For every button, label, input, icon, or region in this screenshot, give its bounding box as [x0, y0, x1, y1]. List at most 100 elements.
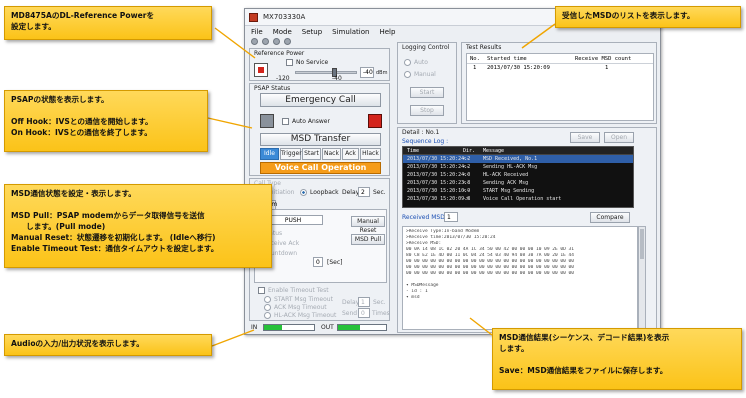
emergency-call-button[interactable]: Emergency Call	[260, 93, 381, 107]
compare-button[interactable]: Compare	[590, 212, 630, 223]
hlack-timeout-label: HL-ACK Msg Timeout	[274, 312, 337, 319]
log-time: 2013/07/30 15:20:10.9	[407, 188, 471, 194]
screenshot-stage: MX703330A – □ × File Mode Setup Simulati…	[0, 0, 746, 398]
off-hook-icon[interactable]	[260, 114, 274, 128]
hlack-timeout-dot[interactable]	[264, 312, 271, 319]
countdown-value: 0	[313, 257, 323, 267]
voice-call-operation-button[interactable]: Voice Call Operation	[260, 162, 381, 174]
table-row[interactable]: 1 2013/07/30 15:20:09 1	[467, 64, 653, 73]
callout-psap-status: PSAPの状態を表示します。 Off Hook：IVSとの通信を開始します。 O…	[4, 90, 208, 152]
enable-timeout-checkbox[interactable]: Enable Timeout Test	[258, 287, 329, 294]
test-results-header: No. Started time Receive MSD count	[467, 54, 653, 64]
state-trigger: Trigger	[280, 148, 302, 160]
callout-line: MSD通信状態を設定・表示します。	[11, 189, 136, 198]
save-button[interactable]: Save	[570, 132, 600, 143]
auto-answer-checkbox[interactable]: Auto Answer	[282, 118, 330, 125]
timeout-delay-input[interactable]: 1	[358, 297, 370, 307]
psap-status-title: PSAP Status	[254, 85, 291, 92]
auto-answer-box[interactable]	[282, 118, 289, 125]
log-message: Voice Call Operation start	[483, 196, 562, 202]
callout-msd-result: MSD通信結果(シーケンス、デコード結果)を表示 します。 Save：MSD通信…	[492, 328, 742, 390]
msd-scrollbar-thumb[interactable]	[640, 229, 644, 259]
callout-line: Audioの入力/出力状況を表示します。	[11, 339, 144, 348]
log-message: Sending HL-ACK Msg	[483, 164, 538, 170]
menu-help[interactable]: Help	[379, 26, 395, 38]
enable-timeout-label: Enable Timeout Test	[268, 287, 329, 294]
window-title: MX703330A	[263, 13, 306, 21]
loopback-label: Loopback	[310, 189, 339, 196]
audio-out-fill	[338, 325, 360, 330]
table-row[interactable]: 2013/07/30 15:20:24.2 <- MSD Received, No.…	[403, 155, 633, 163]
msd-pull-button[interactable]: MSD Pull	[351, 234, 385, 245]
enable-timeout-box[interactable]	[258, 287, 265, 294]
open-button[interactable]: Open	[604, 132, 634, 143]
ack-timeout-radio[interactable]: ACK Msg Timeout	[264, 304, 327, 311]
logging-control-group: Logging Control Auto Manual Start Stop	[397, 42, 457, 124]
start-button[interactable]: Start	[410, 87, 444, 98]
menu-setup[interactable]: Setup	[302, 26, 322, 38]
callout-line	[11, 199, 265, 210]
manual-radio[interactable]: Manual	[404, 71, 436, 78]
auto-radio[interactable]: Auto	[404, 59, 428, 66]
received-msd-label: Received MSD	[402, 214, 445, 221]
countdown-unit: [Sec]	[327, 259, 343, 266]
start-timeout-radio[interactable]: START Msg Timeout	[264, 296, 333, 303]
no-service-checkbox[interactable]: No Service	[286, 59, 328, 66]
callout-line	[11, 105, 201, 116]
on-hook-icon[interactable]	[368, 114, 382, 128]
psap-status-group: PSAP Status Emergency Call Auto Answer M…	[249, 83, 390, 176]
received-msd-text: >Receive Type:In-band Modem >Receive tim…	[402, 226, 638, 330]
send-input[interactable]: 0	[358, 308, 370, 318]
menu-simulation[interactable]: Simulation	[332, 26, 369, 38]
save-icon[interactable]	[262, 38, 269, 45]
start-timeout-label: START Msg Timeout	[274, 296, 333, 303]
menu-file[interactable]: File	[251, 26, 263, 38]
table-row[interactable]: 2013/07/30 15:20:24.2 <- Sending HL-ACK Ms…	[403, 163, 633, 171]
ack-timeout-dot[interactable]	[264, 304, 271, 311]
msd-line: ▾ msd	[406, 295, 420, 300]
menu-mode[interactable]: Mode	[273, 26, 292, 38]
checkbox-box[interactable]	[286, 59, 293, 66]
table-row[interactable]: 2013/07/30 15:20:24.0 <- HL-ACK Received	[403, 171, 633, 179]
hlack-timeout-radio[interactable]: HL-ACK Msg Timeout	[264, 312, 336, 319]
msd-transfer-label: MSD Transfer	[260, 133, 381, 146]
sequence-log-table: Time Dir. Message 2013/07/30 15:20:24.2 <…	[402, 146, 634, 208]
state-nack: Nack	[322, 148, 341, 160]
auto-label: Auto	[414, 59, 428, 66]
loopback-radio-dot[interactable]	[300, 189, 307, 196]
stop-icon[interactable]	[284, 38, 291, 45]
start-timeout-dot[interactable]	[264, 296, 271, 303]
power-slider[interactable]	[295, 68, 357, 77]
manual-reset-button[interactable]: Manual Reset	[351, 216, 385, 234]
table-row[interactable]: 2013/07/30 15:20:23.8 <- Sending ACK Msg	[403, 179, 633, 187]
open-icon[interactable]	[251, 38, 258, 45]
power-value-input[interactable]: -40	[360, 67, 374, 78]
loopback-radio[interactable]: Loopback	[300, 189, 339, 196]
auto-radio-dot[interactable]	[404, 59, 411, 66]
callout-line: します。(Pull mode)	[11, 222, 106, 231]
msd-number-input[interactable]: 1	[444, 212, 458, 222]
callout-line: 受信したMSDのリストを表示します。	[562, 11, 695, 20]
power-min-label: -120	[276, 75, 290, 82]
record-icon[interactable]	[273, 38, 280, 45]
stop-button[interactable]: Stop	[410, 105, 444, 116]
table-row[interactable]: 2013/07/30 15:20:10.9 <- START Msg Sending	[403, 187, 633, 195]
test-results-table: No. Started time Receive MSD count 1 201…	[466, 53, 654, 121]
table-row[interactable]: 2013/07/30 15:20:09.8 -> Voice Call Operat…	[403, 195, 633, 203]
delay-input[interactable]: 2	[358, 187, 370, 197]
msd-scrollbar[interactable]	[638, 226, 646, 330]
audio-out-label: OUT	[321, 324, 334, 331]
callout-line: 設定します。	[11, 22, 56, 31]
callout-line: On Hook：IVSとの通信を終了します。	[11, 128, 152, 137]
col-receive-count: Receive MSD count	[575, 56, 632, 62]
audio-in-meter	[263, 324, 315, 331]
row-receive-count: 1	[605, 65, 609, 71]
app-icon	[249, 13, 258, 22]
manual-radio-dot[interactable]	[404, 71, 411, 78]
detail-title: Detail : No.1	[402, 129, 440, 136]
reference-power-title: Reference Power	[254, 50, 305, 57]
toolbar	[251, 38, 291, 47]
mode-select[interactable]: PUSH	[263, 215, 323, 225]
delay-label: Delay	[342, 189, 360, 196]
callout-line: MSD通信結果(シーケンス、デコード結果)を表示	[499, 333, 670, 342]
